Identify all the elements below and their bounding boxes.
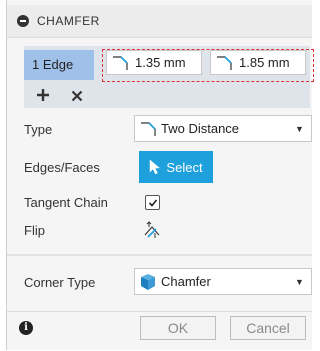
type-row: Type Two Distance ▼: [24, 114, 314, 144]
chamfer-profile-icon: [211, 51, 237, 74]
corner-type-row: Corner Type Chamfer ▼: [24, 267, 314, 297]
chevron-down-icon: ▼: [295, 276, 304, 287]
distance1-field[interactable]: [106, 50, 202, 75]
corner-type-dropdown[interactable]: Chamfer ▼: [134, 268, 312, 295]
section-divider: [7, 254, 312, 256]
ok-button[interactable]: OK: [140, 316, 216, 340]
distance1-input[interactable]: [133, 55, 195, 70]
selection-panel: 1 Edge: [24, 46, 314, 108]
chamfer-profile-icon: [107, 51, 133, 74]
remove-selection-button[interactable]: [68, 86, 86, 107]
distance2-field[interactable]: [210, 50, 306, 75]
plus-icon: [37, 88, 49, 101]
flip-icon[interactable]: [142, 220, 162, 240]
chevron-down-icon: ▼: [295, 123, 304, 134]
tangent-chain-checkbox[interactable]: [145, 195, 160, 210]
flip-row: Flip: [24, 215, 314, 245]
two-distance-icon: [135, 121, 161, 137]
chamfer-dialog: CHAMFER 1 Edge 1.35 mm 1.85 mm Type Two …: [6, 0, 314, 351]
edges-faces-row: Edges/Faces Select: [24, 151, 314, 183]
select-button-label: Select: [166, 159, 203, 175]
distance2-input[interactable]: [237, 55, 299, 70]
chamfer-corner-icon: [135, 273, 161, 291]
tangent-chain-label: Tangent Chain: [24, 194, 108, 210]
cancel-button[interactable]: Cancel: [230, 316, 306, 340]
dialog-title: CHAMFER: [37, 14, 100, 28]
info-icon[interactable]: i: [19, 321, 33, 335]
edge-selection-row: 1 Edge: [24, 46, 314, 84]
add-selection-button[interactable]: [34, 86, 52, 107]
type-label: Type: [24, 121, 53, 137]
cursor-arrow-icon: [150, 159, 161, 175]
type-dropdown[interactable]: Two Distance ▼: [134, 115, 312, 142]
close-icon: [71, 90, 83, 101]
selection-actions: [24, 84, 310, 108]
edges-faces-label: Edges/Faces: [24, 159, 100, 175]
corner-type-label: Corner Type: [24, 274, 96, 290]
type-value: Two Distance: [161, 121, 240, 136]
flip-label: Flip: [24, 222, 45, 238]
dialog-header[interactable]: CHAMFER: [7, 5, 312, 38]
checkmark-icon: [148, 198, 157, 207]
corner-type-value: Chamfer: [161, 274, 211, 289]
dialog-footer: i OK Cancel: [7, 311, 312, 351]
tangent-chain-row: Tangent Chain: [24, 187, 314, 217]
select-button[interactable]: Select: [139, 151, 213, 183]
collapse-icon[interactable]: [17, 15, 29, 27]
edge-selection-label[interactable]: 1 Edge: [24, 50, 94, 80]
